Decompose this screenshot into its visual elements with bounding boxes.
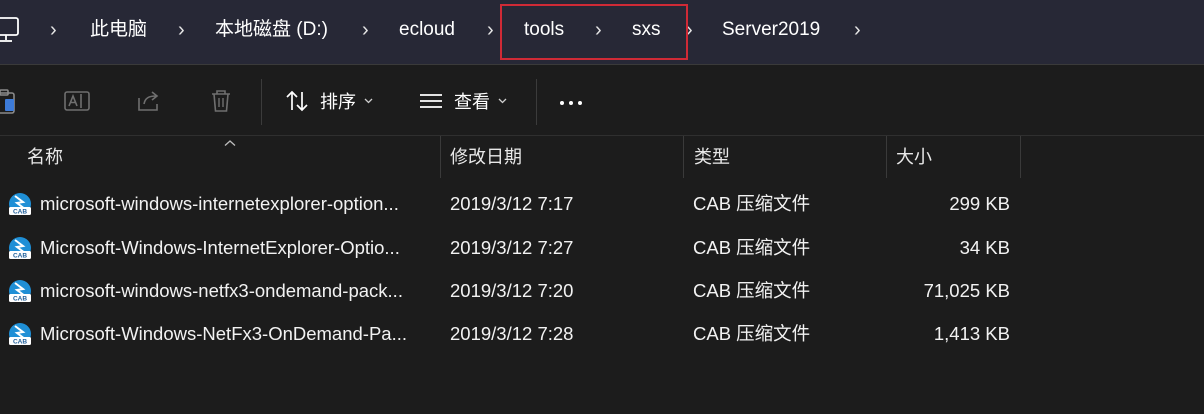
column-header: 名称 修改日期 类型 大小 bbox=[0, 136, 1204, 180]
file-name: microsoft-windows-internetexplorer-optio… bbox=[40, 193, 399, 214]
sort-button[interactable]: 排序 bbox=[284, 87, 373, 115]
cab-archive-icon: CAB bbox=[9, 237, 31, 260]
file-type: CAB 压缩文件 bbox=[693, 193, 811, 214]
rename-icon bbox=[64, 91, 90, 111]
share-icon bbox=[138, 91, 159, 111]
crumb-ecloud[interactable]: ecloud bbox=[399, 18, 455, 42]
cab-icon-label: CAB bbox=[13, 296, 27, 303]
crumb-server2019[interactable]: Server2019 bbox=[722, 18, 820, 42]
file-date: 2019/3/12 7:17 bbox=[450, 193, 574, 214]
file-name: microsoft-windows-netfx3-ondemand-pack..… bbox=[40, 280, 403, 301]
cab-archive-icon: CAB bbox=[9, 193, 31, 216]
delete-button[interactable] bbox=[208, 87, 234, 115]
sort-icon bbox=[286, 90, 308, 112]
share-button[interactable] bbox=[136, 87, 162, 115]
file-type: CAB 压缩文件 bbox=[693, 323, 811, 344]
delete-icon bbox=[212, 90, 230, 112]
cab-archive-icon: CAB bbox=[9, 280, 31, 303]
column-date[interactable]: 修改日期 bbox=[450, 136, 522, 180]
crumb-local-disk-d[interactable]: 本地磁盘 (D:) bbox=[215, 18, 328, 42]
cab-icon-label: CAB bbox=[13, 339, 27, 346]
column-size[interactable]: 大小 bbox=[896, 136, 932, 180]
file-type: CAB 压缩文件 bbox=[693, 237, 811, 258]
chevron-right-icon[interactable]: › bbox=[178, 18, 185, 42]
file-size: 71,025 KB bbox=[923, 280, 1010, 301]
file-date: 2019/3/12 7:27 bbox=[450, 237, 574, 258]
file-type: CAB 压缩文件 bbox=[693, 280, 811, 301]
file-size: 299 KB bbox=[949, 193, 1010, 214]
crumb-this-pc[interactable]: 此电脑 bbox=[90, 18, 147, 42]
command-bar: 排序 查看 bbox=[0, 65, 1204, 136]
this-pc-icon[interactable] bbox=[0, 16, 22, 44]
rename-button[interactable] bbox=[64, 87, 90, 115]
file-size: 34 KB bbox=[959, 237, 1010, 258]
column-divider[interactable] bbox=[886, 136, 887, 178]
highlight-annotation bbox=[500, 4, 688, 60]
address-bar[interactable]: › 此电脑 › 本地磁盘 (D:) › ecloud › tools › sxs… bbox=[0, 0, 1204, 65]
file-row[interactable]: CAB microsoft-windows-internetexplorer-op… bbox=[0, 182, 1030, 226]
file-date: 2019/3/12 7:28 bbox=[450, 323, 574, 344]
file-name: Microsoft-Windows-InternetExplorer-Optio… bbox=[40, 237, 400, 258]
view-icon bbox=[420, 94, 442, 108]
file-size: 1,413 KB bbox=[933, 323, 1010, 344]
toolbar-divider bbox=[261, 79, 262, 125]
toolbar-divider bbox=[536, 79, 537, 125]
paste-button[interactable] bbox=[0, 87, 26, 115]
cab-archive-icon: CAB bbox=[9, 323, 31, 346]
column-divider[interactable] bbox=[440, 136, 441, 178]
chevron-right-icon[interactable]: › bbox=[50, 18, 57, 42]
chevron-down-icon bbox=[364, 98, 373, 104]
cab-icon-label: CAB bbox=[13, 209, 27, 216]
sort-label: 排序 bbox=[320, 92, 356, 112]
view-label: 查看 bbox=[454, 92, 490, 112]
chevron-right-icon[interactable]: › bbox=[362, 18, 369, 42]
chevron-right-icon[interactable]: › bbox=[854, 18, 861, 42]
column-name[interactable]: 名称 bbox=[27, 136, 63, 180]
column-type[interactable]: 类型 bbox=[694, 136, 730, 180]
column-divider[interactable] bbox=[1020, 136, 1021, 178]
file-date: 2019/3/12 7:20 bbox=[450, 280, 574, 301]
file-row[interactable]: CAB microsoft-windows-netfx3-ondemand-pac… bbox=[0, 269, 1030, 313]
file-name: Microsoft-Windows-NetFx3-OnDemand-Pa... bbox=[40, 323, 408, 344]
paste-icon bbox=[0, 89, 15, 114]
chevron-right-icon[interactable]: › bbox=[487, 18, 494, 42]
more-options-icon[interactable] bbox=[560, 101, 582, 105]
view-button[interactable]: 查看 bbox=[418, 87, 507, 115]
column-divider[interactable] bbox=[683, 136, 684, 178]
file-row[interactable]: CAB Microsoft-Windows-InternetExplorer-Op… bbox=[0, 226, 1030, 270]
file-row[interactable]: CAB Microsoft-Windows-NetFx3-OnDemand-Pa.… bbox=[0, 312, 1030, 356]
chevron-down-icon bbox=[498, 98, 507, 104]
cab-icon-label: CAB bbox=[13, 253, 27, 260]
